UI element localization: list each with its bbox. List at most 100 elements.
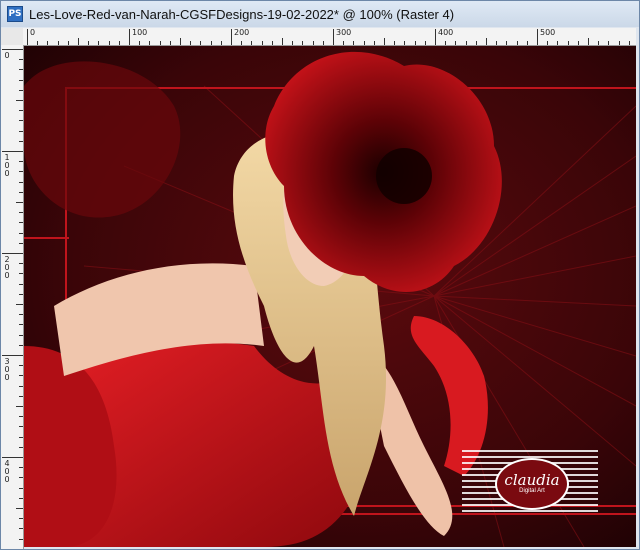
ruler-tick (302, 41, 304, 45)
ruler-tick (37, 41, 39, 45)
ruler-tick (618, 41, 620, 45)
ruler-tick (19, 171, 23, 173)
ruler-tick (19, 120, 23, 122)
ruler-tick (486, 38, 487, 45)
ruler-tick (27, 29, 28, 45)
ruler-tick (200, 41, 202, 45)
ruler-tick (333, 29, 334, 45)
ruler-tick (19, 181, 23, 183)
ruler-tick (19, 446, 23, 448)
ruler-tick (78, 38, 79, 45)
ruler-tick (16, 304, 23, 305)
ruler-tick (384, 38, 385, 45)
ruler-tick (588, 38, 589, 45)
ruler-tick (19, 436, 23, 438)
ruler-tick (282, 38, 283, 45)
ruler-tick (19, 477, 23, 479)
ruler-corner (1, 28, 24, 46)
ruler-tick (19, 426, 23, 428)
ruler-tick (16, 406, 23, 407)
ruler-tick (557, 41, 559, 45)
ruler-tick (19, 89, 23, 91)
ruler-tick (139, 41, 141, 45)
ruler-tick (19, 334, 23, 336)
ruler-tick (404, 41, 406, 45)
ruler-tick (19, 110, 23, 112)
ruler-tick (2, 457, 23, 458)
ruler-tick (516, 41, 518, 45)
ruler-tick (16, 100, 23, 101)
ruler-tick (261, 41, 263, 45)
ruler-tick (455, 41, 457, 45)
ruler-tick (19, 293, 23, 295)
ruler-tick (19, 538, 23, 540)
ruler-tick (19, 395, 23, 397)
ruler-tick (149, 41, 151, 45)
ruler-tick (19, 232, 23, 234)
ruler-tick (475, 41, 477, 45)
vertical-ruler[interactable]: 0 100 200 300 400 (1, 45, 24, 549)
ruler-tick (19, 191, 23, 193)
ruler-tick (16, 202, 23, 203)
ruler-tick (19, 528, 23, 530)
ruler-tick (19, 283, 23, 285)
ruler-tick (231, 29, 232, 45)
ruler-tick (67, 41, 69, 45)
ruler-tick (445, 41, 447, 45)
ruler-tick (394, 41, 396, 45)
watermark-subtitle: Digital Art (519, 488, 545, 494)
ruler-label: 100 (132, 28, 148, 37)
claudia-watermark: claudia Digital Art (462, 450, 598, 512)
ruler-tick (19, 130, 23, 132)
app-icon: PS (7, 6, 23, 22)
ruler-tick (312, 41, 314, 45)
ruler-tick (19, 467, 23, 469)
ruler-tick (88, 41, 90, 45)
ruler-tick (19, 344, 23, 346)
ruler-tick (465, 41, 467, 45)
ruler-tick (2, 151, 23, 152)
ruler-label: 300 (4, 357, 10, 382)
watermark-name: claudia (504, 471, 560, 489)
ruler-tick (47, 41, 49, 45)
ruler-tick (19, 375, 23, 377)
ruler-tick (251, 41, 253, 45)
ruler-tick (98, 41, 100, 45)
window-titlebar[interactable]: PS Les-Love-Red-van-Narah-CGSFDesigns-19… (1, 1, 639, 27)
ruler-tick (108, 41, 110, 45)
ruler-tick (19, 416, 23, 418)
ruler-tick (180, 38, 181, 45)
ruler-tick (577, 41, 579, 45)
ruler-tick (190, 41, 192, 45)
ruler-tick (19, 59, 23, 61)
ruler-tick (2, 355, 23, 356)
image-canvas[interactable]: claudia Digital Art (24, 46, 636, 547)
ruler-tick (567, 41, 569, 45)
ruler-tick (241, 41, 243, 45)
ruler-tick (118, 41, 120, 45)
ruler-tick (2, 49, 23, 50)
horizontal-ruler[interactable]: 0 100 200 300 400 500 (23, 28, 636, 46)
ruler-tick (19, 324, 23, 326)
ruler-tick (424, 41, 426, 45)
ruler-tick (373, 41, 375, 45)
ruler-tick (353, 41, 355, 45)
ruler-tick (547, 41, 549, 45)
ruler-tick (19, 497, 23, 499)
ruler-tick (169, 41, 171, 45)
ruler-label: 400 (438, 28, 454, 37)
ruler-tick (363, 41, 365, 45)
ruler-tick (19, 365, 23, 367)
ruler-tick (19, 69, 23, 71)
ruler-tick (496, 41, 498, 45)
ruler-label: 400 (4, 459, 10, 484)
ruler-tick (19, 487, 23, 489)
ruler-label: 300 (336, 28, 352, 37)
ruler-tick (19, 314, 23, 316)
ruler-tick (19, 212, 23, 214)
window-title: Les-Love-Red-van-Narah-CGSFDesigns-19-02… (29, 6, 455, 22)
ruler-label: 0 (4, 51, 10, 60)
ruler-tick (628, 41, 630, 45)
ruler-tick (19, 222, 23, 224)
document-window[interactable]: PS Les-Love-Red-van-Narah-CGSFDesigns-19… (0, 0, 640, 550)
